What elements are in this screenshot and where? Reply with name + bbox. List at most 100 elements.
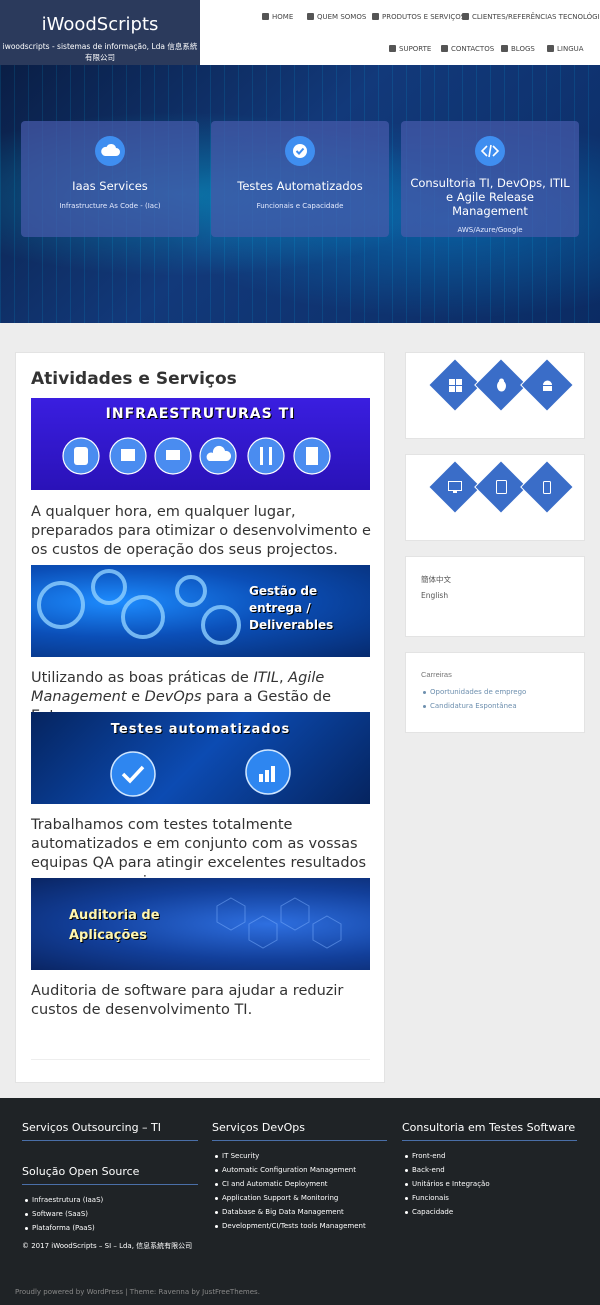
banner-gestao-line3: Deliverables xyxy=(249,618,334,632)
testes-icons xyxy=(110,749,291,797)
careers-title: Carreiras xyxy=(421,670,452,679)
text-devops: DevOps xyxy=(144,689,202,705)
footer-col3-title: Consultoria em Testes Software xyxy=(402,1121,576,1134)
page: iWoodScripts iwoodscripts - sistemas de … xyxy=(0,0,600,1305)
hero-card-title: Consultoria TI, DevOps, ITIL e Agile Rel… xyxy=(410,176,570,218)
content-divider xyxy=(31,1059,370,1060)
footer-link-database[interactable]: Database & Big Data Management xyxy=(215,1208,344,1216)
footer-col2-title: Serviços DevOps xyxy=(212,1121,305,1134)
site-title[interactable]: iWoodScripts xyxy=(0,0,200,35)
banner-auditoria: Auditoria de Aplicações xyxy=(31,878,370,970)
hero-card-subtitle: Infrastructure As Code - (Iac) xyxy=(59,201,161,210)
footer-link-capacidade[interactable]: Capacidade xyxy=(404,1208,453,1216)
blog-icon xyxy=(501,45,508,52)
footer-divider xyxy=(22,1140,198,1141)
language-english[interactable]: English xyxy=(421,591,448,600)
page-title: Atividades e Serviços xyxy=(31,369,237,389)
footer-divider xyxy=(212,1140,387,1141)
footer-link-paas[interactable]: Plataforma (PaaS) xyxy=(25,1224,95,1232)
linux-link[interactable] xyxy=(475,359,527,411)
mobile-icon xyxy=(529,469,565,505)
careers-link-oportunidades[interactable]: Oportunidades de emprego xyxy=(422,688,526,696)
nav-home[interactable]: HOME xyxy=(262,13,293,21)
hero-card-iaas[interactable]: Iaas Services Infrastructure As Code - (… xyxy=(21,121,199,237)
brand[interactable]: iWoodScripts iwoodscripts - sistemas de … xyxy=(0,0,200,65)
main-content: Atividades e Serviços INFRAESTRUTURAS TI… xyxy=(15,352,385,1083)
footer-link-back-end[interactable]: Back-end xyxy=(405,1166,445,1174)
footer-link-saas[interactable]: Software (SaaS) xyxy=(24,1210,88,1218)
windows-icon xyxy=(437,367,473,403)
banner-infraestruturas-title: INFRAESTRUTURAS TI xyxy=(105,406,296,422)
site-footer: Serviços Outsourcing – TI Solução Open S… xyxy=(0,1098,600,1305)
text-itil: ITIL xyxy=(253,670,279,686)
footer-link-ci-deploy[interactable]: CI and Automatic Deployment xyxy=(215,1180,328,1188)
nav-produtos[interactable]: PRODUTOS E SERVIÇOS xyxy=(372,13,465,21)
powered-by[interactable]: Proudly powered by WordPress | Theme: Ra… xyxy=(15,1288,260,1296)
support-icon xyxy=(389,45,396,52)
sidebar-widget-language: 簡体中文 English xyxy=(405,556,585,637)
hero-card-title: Iaas Services xyxy=(72,179,148,193)
footer-col1-title: Serviços Outsourcing – TI xyxy=(22,1121,162,1134)
nav-clientes-label: CLIENTES/REFERÊNCIAS TECNOLÓGICAS xyxy=(472,13,600,21)
nav-suporte[interactable]: SUPORTE xyxy=(389,45,431,53)
hero-card-consultoria[interactable]: Consultoria TI, DevOps, ITIL e Agile Rel… xyxy=(401,121,579,237)
nav-clientes[interactable]: CLIENTES/REFERÊNCIAS TECNOLÓGICAS xyxy=(462,13,600,21)
sidebar-widget-devices xyxy=(405,454,585,541)
site-header: iWoodScripts iwoodscripts - sistemas de … xyxy=(0,0,600,65)
mobile-link[interactable] xyxy=(521,461,573,513)
nav-suporte-label: SUPORTE xyxy=(399,45,432,53)
code-icon xyxy=(475,136,505,166)
nav-contactos-label: CONTACTOS xyxy=(451,45,495,53)
flag-icon xyxy=(547,45,554,52)
check-icon xyxy=(285,136,315,166)
banner-gestao-line2: entrega / xyxy=(249,601,311,615)
banner-auditoria-title: Auditoria de Aplicações xyxy=(69,906,160,946)
banner-gestao-line1: Gestão de xyxy=(249,584,318,598)
footer-col1b-title: Solução Open Source xyxy=(22,1165,140,1178)
footer-link-iaas[interactable]: Infraestrutura (IaaS) xyxy=(24,1196,103,1204)
list-icon xyxy=(372,13,379,20)
site-tagline: iwoodscripts - sistemas de informação, L… xyxy=(2,42,198,62)
footer-divider xyxy=(402,1140,577,1141)
sidebar-widget-careers: Carreiras Oportunidades de emprego Candi… xyxy=(405,652,585,733)
footer-link-config-mgmt[interactable]: Automatic Configuration Management xyxy=(215,1166,356,1174)
footer-link-it-security[interactable]: IT Security xyxy=(214,1152,259,1160)
hero-section: Iaas Services Infrastructure As Code - (… xyxy=(0,65,600,323)
footer-link-dev-tools[interactable]: Development/CI/Tests tools Management xyxy=(215,1222,366,1230)
banner-gestao-title: Gestão de entrega / Deliverables xyxy=(249,583,333,634)
hero-card-testes[interactable]: Testes Automatizados Funcionais e Capaci… xyxy=(211,121,389,237)
text-infraestruturas: A qualquer hora, em qualquer lugar, prep… xyxy=(31,504,371,558)
footer-link-app-support[interactable]: Application Support & Monitoring xyxy=(214,1194,338,1202)
group-icon xyxy=(307,13,314,20)
careers-link-candidatura[interactable]: Candidatura Espontânea xyxy=(423,702,517,710)
cloud-icon xyxy=(95,136,125,166)
hero-card-title: Testes Automatizados xyxy=(237,179,363,193)
envelope-icon xyxy=(441,45,448,52)
banner-auditoria-line2: Aplicações xyxy=(69,928,147,943)
infrastructure-icons xyxy=(62,437,331,475)
desktop-link[interactable] xyxy=(429,461,481,513)
home-icon xyxy=(262,13,269,20)
nav-contactos[interactable]: CONTACTOS xyxy=(441,45,494,53)
banner-gestao-entrega: Gestão de entrega / Deliverables xyxy=(31,565,370,657)
banner-auditoria-line1: Auditoria de xyxy=(69,908,160,923)
banner-testes-automatizados: Testes automatizados xyxy=(31,712,370,804)
linux-icon xyxy=(483,367,519,403)
banner-infraestruturas: INFRAESTRUTURAS TI xyxy=(31,398,370,490)
nav-lingua-label: LINGUA xyxy=(557,45,584,53)
language-chinese[interactable]: 簡体中文 xyxy=(421,574,451,585)
sidebar-widget-os xyxy=(405,352,585,439)
nav-produtos-label: PRODUTOS E SERVIÇOS xyxy=(382,13,466,21)
nav-quem-somos[interactable]: QUEM SOMOS xyxy=(307,13,366,21)
copyright: © 2017 iWoodScripts – SI – Lda, 信息系統有限公司 xyxy=(22,1242,193,1250)
footer-link-front-end[interactable]: Front-end xyxy=(404,1152,445,1160)
footer-link-unitarios[interactable]: Unitários e Integração xyxy=(405,1180,490,1188)
footer-divider xyxy=(22,1184,198,1185)
windows-link[interactable] xyxy=(429,359,481,411)
text-part: Utilizando as boas práticas de xyxy=(31,670,254,686)
tablet-link[interactable] xyxy=(475,461,527,513)
nav-blogs[interactable]: BLOGS xyxy=(501,45,535,53)
android-link[interactable] xyxy=(521,359,573,411)
footer-link-funcionais[interactable]: Funcionais xyxy=(405,1194,449,1202)
nav-lingua[interactable]: LINGUA xyxy=(547,45,584,53)
